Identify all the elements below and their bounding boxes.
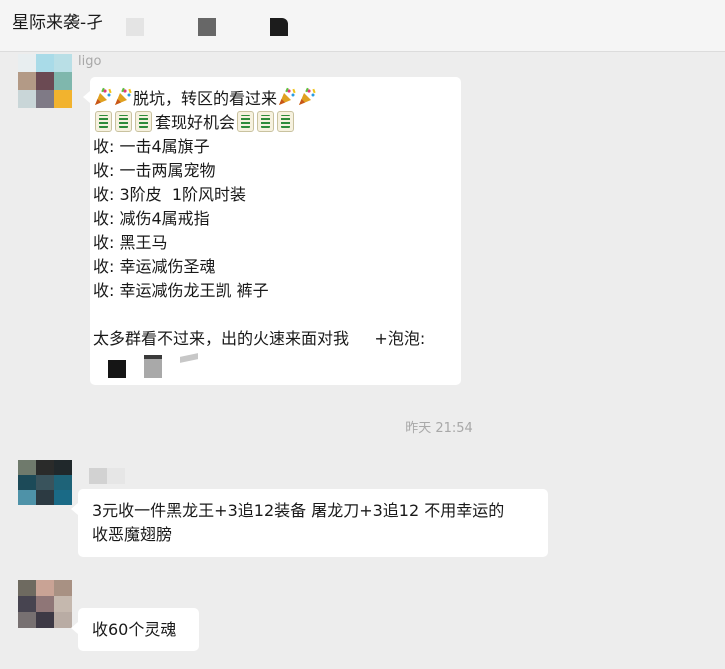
message-line: 收: 幸运减伤圣魂 bbox=[93, 257, 216, 276]
message-line: 太多群看不过来，出的火速来面对我 +泡泡: bbox=[93, 329, 426, 348]
message-line bbox=[93, 303, 461, 327]
message-text: 脱坑，转区的看过来 bbox=[133, 89, 278, 108]
message-line: 收: 一击两属宠物 bbox=[93, 161, 216, 180]
avatar[interactable] bbox=[18, 580, 72, 628]
mahjong-green-dragon-icon bbox=[135, 111, 152, 132]
redacted-block bbox=[270, 18, 288, 36]
message-line: 收: 3阶皮 1阶风时装 bbox=[93, 185, 247, 204]
redacted-block bbox=[180, 353, 198, 363]
party-popper-icon bbox=[299, 87, 316, 105]
message-text: 套现好机会 bbox=[155, 113, 236, 132]
message-line: 3元收一件黑龙王+3追12装备 屠龙刀+3追12 不用幸运的 bbox=[92, 501, 505, 520]
message-line: 收60个灵魂 bbox=[92, 620, 177, 639]
chat-title: 星际来袭-孑 bbox=[12, 13, 104, 33]
mahjong-green-dragon-icon bbox=[277, 111, 295, 132]
redacted-block bbox=[144, 355, 162, 378]
message-bubble[interactable]: 收60个灵魂 bbox=[71, 608, 199, 651]
message-line: 收: 幸运减伤龙王凯 裤子 bbox=[93, 281, 269, 300]
avatar[interactable] bbox=[18, 460, 72, 505]
mahjong-green-dragon-icon bbox=[237, 111, 255, 132]
message-line: 收恶魔翅膀 bbox=[92, 525, 173, 544]
chat-header: 星际来袭-孑 bbox=[0, 0, 725, 52]
message-line: 收: 减伤4属戒指 bbox=[93, 209, 210, 228]
redacted-block bbox=[198, 18, 216, 36]
message-line: 收: 一击4属旗子 bbox=[93, 137, 210, 156]
message-bubble[interactable]: 脱坑，转区的看过来 套现好机会 收: 一击4属旗子 收: 一击两属宠物 收: 3… bbox=[83, 77, 461, 385]
mahjong-green-dragon-icon bbox=[95, 111, 112, 132]
avatar[interactable] bbox=[18, 54, 72, 108]
redacted-block bbox=[108, 360, 126, 378]
mahjong-green-dragon-icon bbox=[257, 111, 275, 132]
redacted-sender-name bbox=[89, 468, 125, 484]
party-popper-icon bbox=[95, 87, 112, 105]
mahjong-green-dragon-icon bbox=[115, 111, 132, 132]
sender-name: ligo bbox=[78, 54, 102, 69]
message-line: 脱坑，转区的看过来 bbox=[93, 87, 461, 111]
party-popper-icon bbox=[279, 87, 296, 105]
redacted-block bbox=[126, 18, 144, 36]
timestamp: 昨天 21:54 bbox=[405, 421, 473, 436]
message-line: 收: 黑王马 bbox=[93, 233, 168, 252]
party-popper-icon bbox=[115, 87, 132, 105]
message-line: 套现好机会 bbox=[93, 111, 461, 135]
message-bubble[interactable]: 3元收一件黑龙王+3追12装备 屠龙刀+3追12 不用幸运的 收恶魔翅膀 bbox=[71, 489, 548, 557]
